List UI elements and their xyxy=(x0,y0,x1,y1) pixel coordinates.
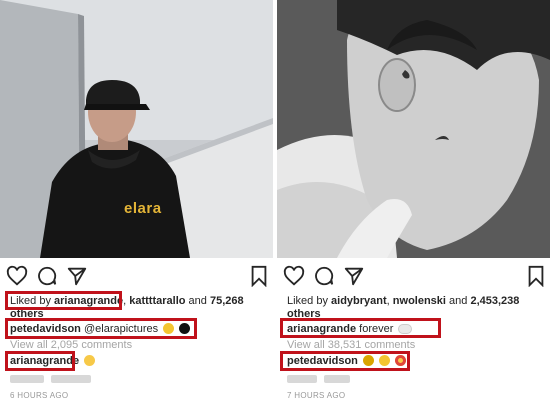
left-post: elara Liked by arianagrande, kattttarall… xyxy=(0,0,273,405)
right-likes-line: Liked by aidybryant, nwolenski and 2,453… xyxy=(287,295,546,308)
blurred-text xyxy=(10,375,44,384)
blurred-text xyxy=(324,375,351,384)
left-timestamp: 6 HOURS AGO xyxy=(10,391,69,400)
likes-and: and xyxy=(185,295,210,307)
highlight-box xyxy=(5,318,197,339)
likes-prefix: Liked by xyxy=(287,295,332,307)
likes-user-link[interactable]: nwolenski xyxy=(393,295,446,307)
comment-icon[interactable] xyxy=(313,265,335,287)
likes-user-link[interactable]: kattttarallo xyxy=(129,295,185,307)
likes-count[interactable]: 2,453,238 xyxy=(470,295,519,307)
right-post: Liked by aidybryant, nwolenski and 2,453… xyxy=(277,0,550,405)
right-blurred-comment xyxy=(287,373,546,386)
likes-count[interactable]: 75,268 xyxy=(210,295,244,307)
highlight-box xyxy=(280,351,410,371)
comment-icon[interactable] xyxy=(36,265,58,287)
bookmark-icon[interactable] xyxy=(248,265,270,287)
highlight-box xyxy=(5,351,75,371)
share-icon[interactable] xyxy=(66,265,88,287)
right-timestamp: 7 HOURS AGO xyxy=(287,391,346,400)
highlight-box xyxy=(280,318,441,338)
left-post-photo[interactable]: elara xyxy=(0,0,273,258)
left-blurred-comment xyxy=(10,373,269,386)
blurred-text xyxy=(51,375,92,384)
right-post-photo[interactable] xyxy=(277,0,550,258)
blurred-text xyxy=(287,375,317,384)
share-icon[interactable] xyxy=(343,265,365,287)
bookmark-icon[interactable] xyxy=(525,265,547,287)
smile-emoji xyxy=(84,355,96,366)
left-action-bar xyxy=(6,265,267,289)
likes-and: and xyxy=(445,295,471,307)
hoodie-logo-text: elara xyxy=(124,200,162,217)
heart-icon[interactable] xyxy=(283,265,305,287)
right-action-bar xyxy=(283,265,544,289)
likes-user-link[interactable]: aidybryant xyxy=(331,295,387,307)
highlight-box xyxy=(5,291,122,310)
heart-icon[interactable] xyxy=(6,265,28,287)
